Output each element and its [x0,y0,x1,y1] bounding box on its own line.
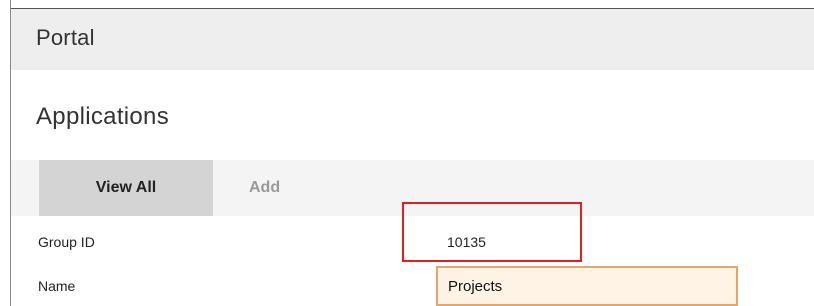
portal-title: Portal [36,25,95,50]
group-id-label: Group ID [38,234,95,250]
name-field[interactable] [436,266,738,306]
portal-page: Portal Applications View All Add Group I… [0,0,814,306]
tab-view-all[interactable]: View All [39,160,213,216]
portal-header: Portal [11,8,814,70]
highlight-annotation-box [402,202,582,262]
page-title: Applications [36,103,170,130]
tab-add[interactable]: Add [249,160,329,216]
name-label: Name [38,278,76,294]
